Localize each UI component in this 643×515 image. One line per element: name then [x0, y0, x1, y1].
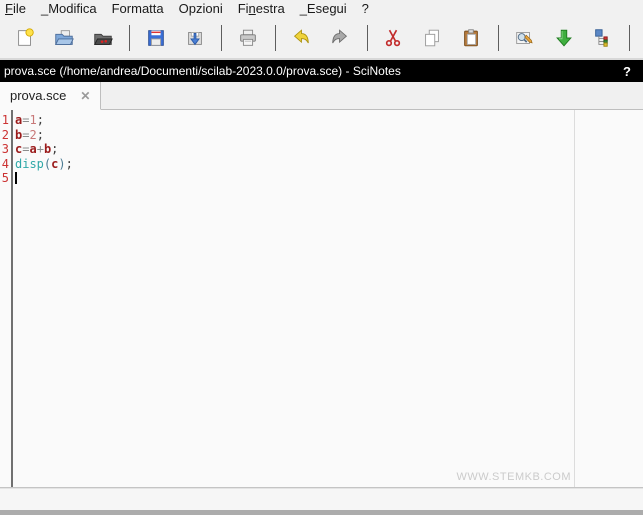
code-editor[interactable]: 12345 a=1; b=2; c=a+b; disp(c); WWW.STEMKB.…	[0, 110, 643, 488]
bottom-strip	[0, 488, 643, 510]
window-title-bar: prova.sce (/home/andrea/Documenti/scilab…	[0, 60, 643, 82]
open-file-in-button[interactable]	[90, 25, 115, 51]
save-icon	[148, 29, 164, 46]
window-title: prova.sce (/home/andrea/Documenti/scilab…	[4, 64, 401, 78]
menu-formatta[interactable]: Formatta	[112, 1, 164, 16]
code-line: c=a+b;	[15, 142, 59, 157]
line-number: 4	[1, 156, 9, 171]
redo-icon	[332, 28, 348, 43]
open-file-icon	[54, 29, 74, 45]
search-replace-icon	[516, 31, 534, 44]
help-icon[interactable]: ?	[623, 64, 631, 79]
new-file-icon	[17, 27, 34, 46]
toolbar-separator	[129, 24, 131, 51]
line-number-gutter: 12345	[0, 113, 9, 186]
tab-label: prova.sce	[10, 88, 67, 103]
new-file-button[interactable]	[12, 25, 37, 51]
copy-button[interactable]	[420, 25, 445, 51]
paste-button[interactable]	[459, 25, 484, 51]
watermark: WWW.STEMKB.COM	[456, 471, 571, 483]
code-line: b=2;	[15, 127, 44, 142]
save-and-execute-button[interactable]	[551, 25, 576, 51]
toolbar-separator	[221, 24, 223, 51]
menu-esegui[interactable]: _Esegui	[300, 1, 347, 16]
save-and-execute-icon	[555, 29, 572, 46]
toolbar	[0, 17, 643, 60]
print-icon	[240, 29, 256, 46]
search-replace-button[interactable]	[512, 25, 537, 51]
toolbar-separator	[497, 24, 499, 51]
open-file-in-icon	[93, 33, 113, 45]
line-number: 2	[1, 127, 9, 142]
column-guide-line	[574, 110, 575, 487]
cut-button[interactable]	[381, 25, 406, 51]
gutter-separator	[11, 110, 13, 487]
code-navigator-button[interactable]	[590, 25, 615, 51]
save-button[interactable]	[143, 25, 168, 51]
menu-file[interactable]: File	[5, 1, 26, 16]
paste-icon	[464, 28, 479, 46]
code-line: disp(c);	[15, 156, 73, 171]
line-number: 5	[1, 171, 9, 186]
tab-prova.sce[interactable]: prova.sce ✕	[0, 82, 102, 110]
code-text[interactable]: a=1; b=2; c=a+b; disp(c);	[15, 113, 73, 186]
cut-icon	[386, 29, 401, 46]
redo-button[interactable]	[328, 25, 353, 51]
code-line	[15, 171, 73, 186]
menu-opzioni[interactable]: Opzioni	[179, 1, 223, 16]
copy-icon	[425, 29, 440, 46]
line-number: 3	[1, 142, 9, 157]
toolbar-separator	[366, 24, 368, 51]
horizontal-scrollbar[interactable]	[0, 510, 643, 515]
code-navigator-icon	[594, 28, 608, 47]
save-as-button[interactable]	[182, 25, 207, 51]
scinotes-window: File _Modifica Formatta Opzioni Finestra _Ese…	[0, 0, 643, 515]
code-line: a=1;	[15, 113, 44, 127]
undo-icon	[293, 28, 309, 43]
menu-modifica[interactable]: _Modifica	[41, 1, 97, 16]
text-cursor	[15, 172, 17, 185]
menubar: File _Modifica Formatta Opzioni Finestra _Ese…	[0, 0, 643, 17]
tab-bar: prova.sce ✕	[0, 82, 643, 110]
undo-button[interactable]	[288, 25, 313, 51]
open-file-button[interactable]	[51, 25, 76, 51]
menu-?[interactable]: ?	[362, 1, 369, 16]
print-button[interactable]	[235, 25, 260, 51]
menu-finestra[interactable]: Finestra	[238, 1, 285, 16]
toolbar-separator	[274, 24, 276, 51]
tab-close-icon[interactable]: ✕	[80, 89, 90, 103]
line-number: 1	[1, 113, 9, 127]
toolbar-separator	[629, 24, 631, 51]
save-as-icon	[188, 31, 202, 45]
